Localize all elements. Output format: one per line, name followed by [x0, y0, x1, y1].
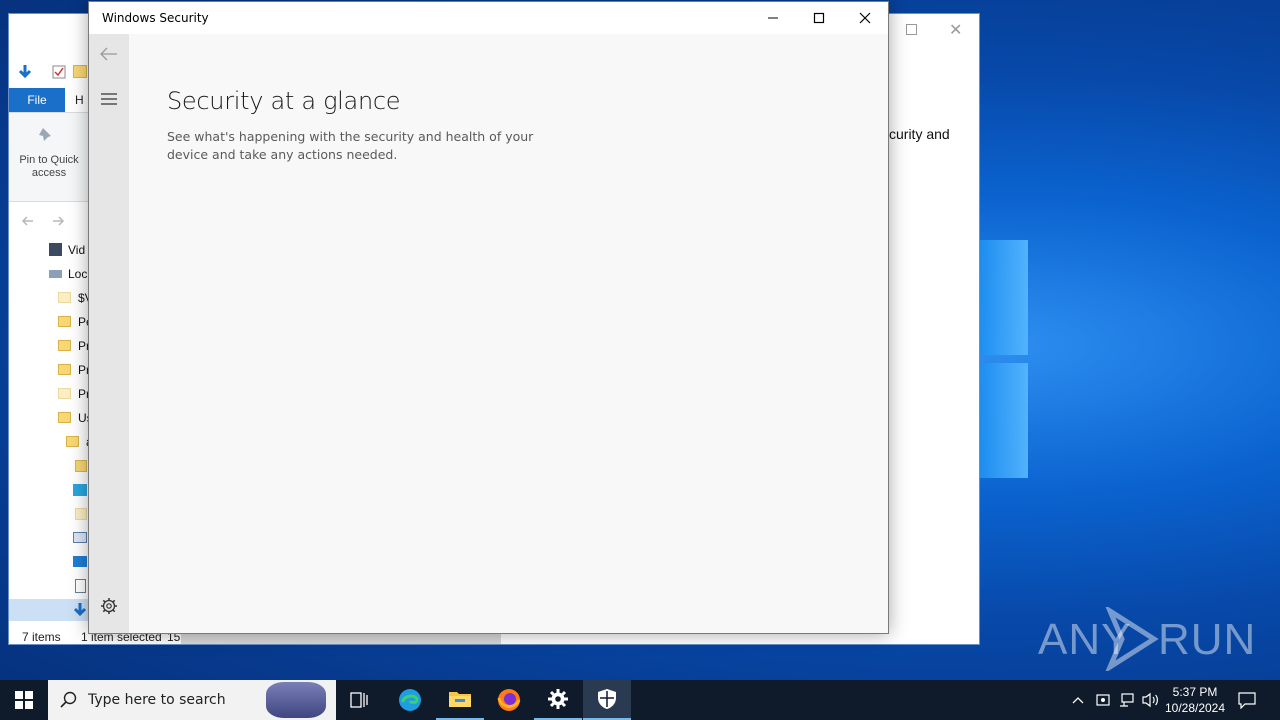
tree-item[interactable]: Pr: [58, 336, 89, 356]
close-button[interactable]: [842, 2, 888, 34]
search-highlight-image: [266, 682, 326, 718]
downloads-icon: [73, 603, 87, 617]
tray-device-button[interactable]: [1094, 691, 1112, 709]
folder-icon: [58, 388, 71, 399]
new-folder-icon[interactable]: [73, 65, 87, 78]
pin-to-quick-access-button[interactable]: Pin to Quick access: [13, 154, 85, 180]
folder-icon: [66, 436, 79, 447]
notification-icon: [1238, 692, 1256, 710]
tree-item[interactable]: Pr: [58, 360, 89, 380]
folder-icon: [58, 340, 71, 351]
pin-icon: [39, 128, 51, 141]
clock-date: 10/28/2024: [1164, 701, 1226, 715]
windows-wallpaper-logo: [980, 240, 1030, 480]
file-tab[interactable]: File: [9, 88, 65, 112]
ribbon: Pin to Quick access: [9, 112, 89, 202]
item-count: 7 items: [22, 630, 61, 644]
close-icon[interactable]: ✕: [949, 20, 962, 40]
tree-item[interactable]: Pe: [58, 312, 89, 332]
tree-item[interactable]: Pr: [58, 384, 89, 404]
page-description: See what's happening with the security a…: [167, 129, 534, 162]
maximize-icon[interactable]: [906, 24, 917, 35]
tree-item[interactable]: Us: [58, 408, 89, 428]
file-explorer-button[interactable]: [436, 680, 484, 720]
forward-arrow-icon[interactable]: [49, 212, 67, 230]
documents-icon[interactable]: [75, 579, 86, 593]
video-icon: [49, 243, 62, 256]
folder-icon: [58, 412, 71, 423]
speaker-icon: [1142, 692, 1158, 708]
settings-button[interactable]: [89, 586, 129, 626]
folder-icon: [58, 316, 71, 327]
back-arrow-icon: [100, 47, 117, 61]
quick-access-toolbar: [9, 58, 89, 88]
taskbar-search-box[interactable]: Type here to search: [48, 680, 336, 720]
clock-time: 5:37 PM: [1172, 685, 1218, 699]
tree-item[interactable]: Vid: [49, 240, 89, 260]
navigation-arrows: [19, 212, 89, 230]
minimize-icon: [768, 17, 778, 19]
windows-security-window[interactable]: Windows Security Security at a glance Se…: [88, 1, 889, 634]
file-explorer-icon: [449, 692, 471, 707]
back-button[interactable]: [89, 34, 129, 74]
network-button[interactable]: [1118, 691, 1136, 709]
shield-icon: [598, 689, 616, 709]
task-view-button[interactable]: [336, 680, 384, 720]
anyrun-watermark: ANY RUN: [1038, 605, 1255, 675]
folder-icon[interactable]: [75, 460, 87, 472]
main-content: Security at a glance See what's happenin…: [129, 34, 888, 633]
play-icon: [1105, 607, 1159, 671]
tree-item[interactable]: Loc: [49, 264, 89, 284]
gear-icon: [548, 689, 568, 709]
network-icon: [1120, 693, 1134, 707]
watermark-right: RUN: [1158, 615, 1257, 664]
search-icon: [60, 691, 77, 708]
show-hidden-icons-button[interactable]: [1069, 691, 1087, 709]
volume-button[interactable]: [1142, 691, 1160, 709]
folder-icon: [58, 292, 71, 303]
page-title: Security at a glance: [167, 87, 401, 115]
windows-security-taskbar-button[interactable]: [583, 680, 631, 720]
folder-icon: [58, 364, 71, 375]
contacts-icon[interactable]: [73, 532, 87, 543]
3d-objects-icon[interactable]: [73, 484, 87, 496]
title-bar: Windows Security: [89, 2, 888, 34]
partial-text: curity and: [889, 126, 950, 142]
desktop-icon[interactable]: [73, 556, 87, 567]
drive-icon: [49, 270, 62, 278]
system-clock[interactable]: 5:37 PM 10/28/2024: [1160, 684, 1230, 716]
chevron-up-icon: [1072, 697, 1084, 704]
hamburger-menu-icon: [101, 93, 117, 105]
properties-icon[interactable]: [51, 64, 67, 80]
firefox-icon: [497, 689, 521, 711]
maximize-button[interactable]: [796, 2, 842, 34]
edge-icon: [399, 689, 421, 711]
back-arrow-icon[interactable]: [19, 212, 37, 230]
windows-logo-icon: [15, 691, 33, 709]
minimize-button[interactable]: [750, 2, 796, 34]
window-title: Windows Security: [102, 11, 209, 25]
tree-item[interactable]: a: [66, 432, 89, 452]
edge-button[interactable]: [386, 680, 434, 720]
start-button[interactable]: [0, 680, 48, 720]
folder-icon[interactable]: [75, 508, 87, 520]
action-center-button[interactable]: [1238, 691, 1256, 712]
firefox-button[interactable]: [485, 680, 533, 720]
selected-tree-row[interactable]: [9, 599, 89, 621]
search-placeholder: Type here to search: [88, 692, 226, 708]
taskbar: Type here to search 5:37 PM 10/28/2024: [0, 680, 1280, 720]
horizontal-scrollbar[interactable]: [181, 634, 501, 644]
down-arrow-icon[interactable]: [17, 64, 33, 80]
navigation-rail: [89, 34, 129, 633]
tree-item[interactable]: $V: [58, 288, 89, 308]
close-icon: [859, 12, 871, 24]
maximize-icon: [813, 12, 825, 24]
settings-taskbar-button[interactable]: [534, 680, 582, 720]
meet-now-icon: [1096, 694, 1110, 706]
gear-icon: [101, 598, 117, 614]
menu-button[interactable]: [89, 79, 129, 119]
task-view-icon: [350, 692, 368, 708]
